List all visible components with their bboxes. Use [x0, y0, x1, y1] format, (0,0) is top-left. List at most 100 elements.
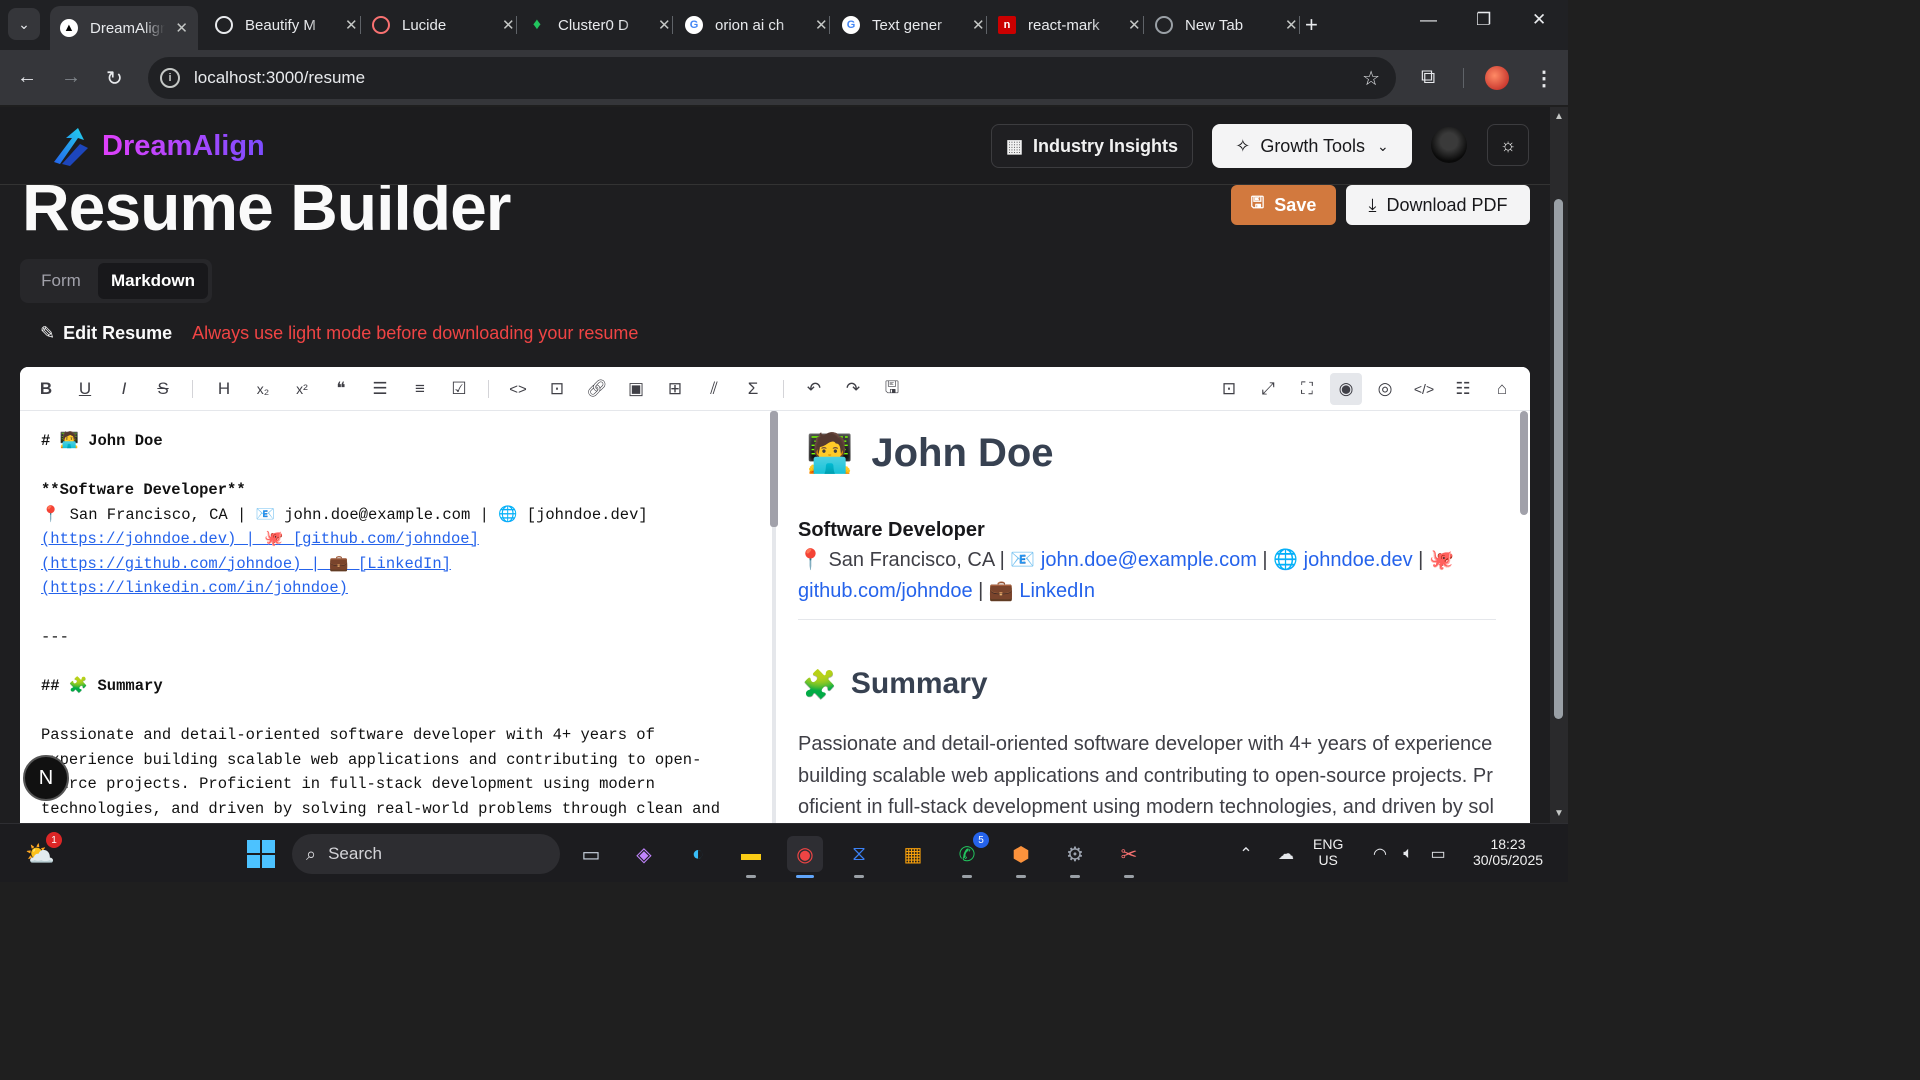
taskbar-search[interactable]: ⌕ Search: [292, 834, 560, 874]
address-bar-url[interactable]: localhost:3000/resume: [194, 68, 365, 88]
start-windows-icon[interactable]: [243, 836, 279, 872]
task-view-icon[interactable]: ▭: [573, 836, 609, 872]
source-code-icon[interactable]: </>: [1412, 377, 1436, 401]
tab-form[interactable]: Form: [24, 263, 98, 299]
close-tab-icon[interactable]: ✕: [658, 16, 671, 34]
close-tab-icon[interactable]: ✕: [502, 16, 515, 34]
bookmark-star-icon[interactable]: ☆: [1362, 66, 1380, 91]
tab-markdown[interactable]: Markdown: [98, 263, 208, 299]
preview-github-link[interactable]: github.com/johndoe: [798, 580, 973, 602]
save-icon[interactable]: 🖫: [880, 377, 904, 401]
fullscreen-expand-icon[interactable]: ⤢: [1256, 377, 1280, 401]
whatsapp-icon[interactable]: ✆ 5: [949, 832, 989, 878]
close-window-icon[interactable]: ✕: [1532, 10, 1546, 30]
table-icon[interactable]: ⊞: [663, 377, 687, 401]
extensions-puzzle-icon[interactable]: ⧉: [1421, 66, 1435, 89]
copilot-icon[interactable]: ◈: [626, 836, 662, 872]
dreamalign-logo[interactable]: DreamAlign: [48, 124, 265, 168]
postman-icon[interactable]: ⬢: [1003, 836, 1039, 878]
preview-website-link[interactable]: johndoe.dev: [1304, 549, 1413, 571]
inline-code-icon[interactable]: <>: [506, 377, 530, 401]
save-button[interactable]: 🖫 Save: [1231, 185, 1336, 225]
minimize-icon[interactable]: —: [1420, 10, 1437, 30]
close-tab-icon[interactable]: ✕: [345, 16, 358, 34]
browser-profile-avatar[interactable]: [1485, 66, 1509, 90]
user-avatar[interactable]: [1431, 127, 1467, 163]
unordered-list-icon[interactable]: ☰: [368, 377, 392, 401]
close-tab-icon[interactable]: ✕: [175, 19, 188, 37]
formula-sigma-icon[interactable]: Σ: [741, 377, 765, 401]
download-pdf-button[interactable]: ⤓ Download PDF: [1346, 185, 1530, 225]
close-tab-icon[interactable]: ✕: [815, 16, 828, 34]
theme-toggle-sun-icon[interactable]: ☼: [1487, 124, 1529, 166]
browser-tab-lucide[interactable]: Lucide ✕: [362, 6, 525, 44]
page-scrollbar[interactable]: ▲ ▼: [1550, 107, 1568, 823]
microsoft-store-icon[interactable]: ▦: [895, 836, 931, 872]
github-icon[interactable]: ⌂: [1490, 377, 1514, 401]
redo-icon[interactable]: ↷: [841, 377, 865, 401]
task-list-icon[interactable]: ☑: [447, 377, 471, 401]
superscript-icon[interactable]: x²: [290, 377, 314, 401]
preview-scrollbar[interactable]: [1520, 411, 1528, 823]
close-tab-icon[interactable]: ✕: [1285, 16, 1298, 34]
browser-tab-dreamalign[interactable]: ▲ DreamAlign ✕: [50, 6, 198, 50]
reload-icon[interactable]: ↻: [106, 66, 123, 91]
onedrive-cloud-icon[interactable]: ☁: [1268, 836, 1304, 872]
clock[interactable]: 18:23 30/05/2025: [1468, 836, 1548, 868]
image-icon[interactable]: ▣: [624, 377, 648, 401]
page-fullscreen-icon[interactable]: ⛶: [1295, 377, 1319, 401]
ordered-list-icon[interactable]: ≡: [408, 377, 432, 401]
settings-gear-icon[interactable]: ⚙: [1057, 836, 1093, 878]
close-tab-icon[interactable]: ✕: [1128, 16, 1141, 34]
growth-tools-button[interactable]: ✧ Growth Tools ⌄: [1212, 124, 1412, 168]
forward-arrow-icon[interactable]: →: [61, 66, 81, 89]
underline-icon[interactable]: U: [73, 377, 97, 401]
browser-tab-orion[interactable]: G orion ai ch ✕: [675, 6, 838, 44]
nextjs-dev-badge[interactable]: N: [23, 755, 69, 801]
language-indicator[interactable]: ENG US: [1313, 836, 1343, 868]
browser-tab-beautify[interactable]: Beautify M ✕: [205, 6, 368, 44]
back-arrow-icon[interactable]: ←: [17, 66, 37, 89]
tab-search-chevron-icon[interactable]: ⌄: [8, 8, 40, 40]
strikethrough-icon[interactable]: S: [151, 377, 175, 401]
scroll-up-icon[interactable]: ▲: [1554, 111, 1564, 122]
preview-email-link[interactable]: john.doe@example.com: [1041, 549, 1257, 571]
vscode-icon[interactable]: ⧖: [841, 836, 877, 878]
snipping-tool-icon[interactable]: ✂: [1111, 836, 1147, 878]
site-info-icon[interactable]: i: [160, 68, 180, 88]
new-tab-plus-icon[interactable]: +: [1305, 12, 1318, 38]
chrome-menu-icon[interactable]: ⋮: [1534, 66, 1554, 91]
link-icon[interactable]: 🔗︎: [585, 377, 609, 401]
heading-icon[interactable]: H: [212, 377, 236, 401]
html-preview-icon[interactable]: ◎: [1373, 377, 1397, 401]
code-block-icon[interactable]: ⊡: [545, 377, 569, 401]
puzzle-emoji-icon: 🧩: [802, 668, 837, 700]
browser-tab-text-gen[interactable]: G Text gener ✕: [832, 6, 995, 44]
browser-tab-cluster0[interactable]: ♦ Cluster0 D ✕: [518, 6, 681, 44]
address-bar[interactable]: i localhost:3000/resume ☆: [148, 57, 1396, 99]
chart-icon[interactable]: ⫽: [702, 377, 726, 401]
close-tab-icon[interactable]: ✕: [972, 16, 985, 34]
italic-icon[interactable]: I: [112, 377, 136, 401]
scroll-down-icon[interactable]: ▼: [1554, 808, 1564, 819]
preview-eye-icon[interactable]: ◉: [1330, 373, 1362, 405]
file-explorer-icon[interactable]: ▬: [733, 836, 769, 878]
browser-tab-react-markdown[interactable]: n react-mark ✕: [988, 6, 1151, 44]
chrome-icon[interactable]: ◉: [787, 836, 823, 878]
edge-browser-icon[interactable]: ◐: [680, 836, 716, 872]
table-of-contents-icon[interactable]: ☷: [1451, 377, 1475, 401]
show-hidden-icons-chevron-icon[interactable]: ⌃: [1228, 836, 1264, 872]
industry-insights-button[interactable]: ▦ Industry Insights: [991, 124, 1193, 168]
undo-icon[interactable]: ↶: [802, 377, 826, 401]
preview-linkedin-link[interactable]: LinkedIn: [1019, 580, 1095, 602]
browser-tab-new-tab[interactable]: New Tab ✕: [1145, 6, 1308, 44]
markdown-source[interactable]: # 🧑‍💻 John Doe **Software Developer** 📍 Sa…: [20, 411, 772, 823]
battery-icon[interactable]: ▭: [1420, 836, 1456, 872]
subscript-icon[interactable]: x₂: [251, 377, 275, 401]
bold-icon[interactable]: B: [34, 377, 58, 401]
blockquote-icon[interactable]: ❝: [329, 377, 353, 401]
weather-widget-icon[interactable]: ⛅ 1: [22, 832, 62, 872]
code-view-icon[interactable]: ⊡: [1217, 377, 1241, 401]
editor-split-scrollbar[interactable]: [770, 411, 778, 823]
restore-window-icon[interactable]: ❐: [1476, 10, 1491, 30]
